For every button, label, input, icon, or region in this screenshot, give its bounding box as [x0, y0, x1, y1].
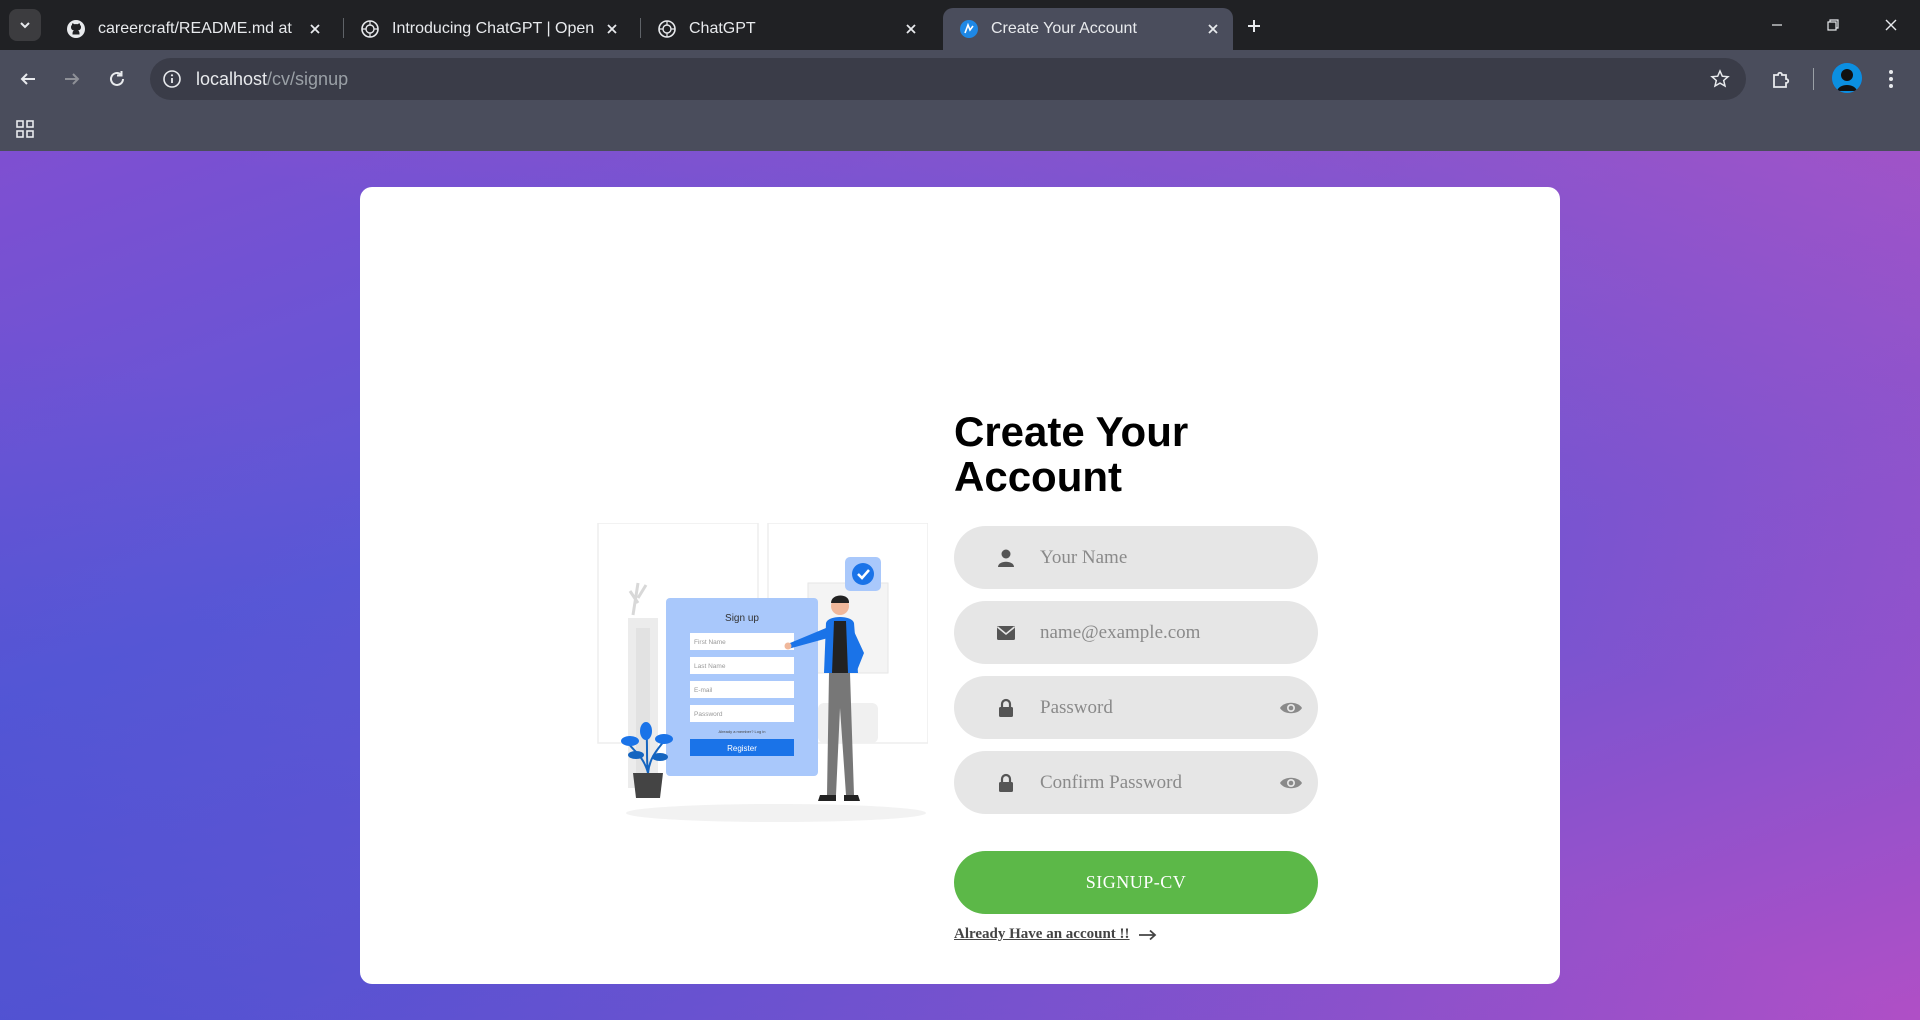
- puzzle-icon: [1773, 71, 1790, 88]
- close-icon[interactable]: [303, 17, 327, 41]
- reload-button[interactable]: [100, 62, 134, 96]
- page-background: Sign up First Name Last Name E-mail Pass…: [0, 151, 1920, 1020]
- apps-grid-icon[interactable]: [12, 116, 38, 142]
- illustration-field-label: Last Name: [694, 663, 726, 670]
- close-icon[interactable]: [1201, 17, 1225, 41]
- app-favicon-icon: [959, 19, 979, 39]
- page-title: Create Your Account: [954, 408, 1189, 500]
- tab-title: ChatGPT: [689, 20, 756, 37]
- address-bar[interactable]: localhost/cv/signup: [150, 58, 1746, 100]
- back-button[interactable]: [11, 62, 45, 96]
- tab-create-account[interactable]: Create Your Account: [943, 8, 1233, 50]
- illustration-footer: Already a member? Log in: [719, 729, 766, 734]
- illustration-field: E-mail: [690, 681, 794, 698]
- close-icon[interactable]: [899, 17, 923, 41]
- illustration-field: First Name: [690, 633, 794, 650]
- tab-title: Create Your Account: [991, 20, 1137, 37]
- reload-icon: [110, 71, 124, 86]
- illustration-heading: Sign up: [725, 613, 759, 624]
- minimize-button[interactable]: [1760, 8, 1794, 42]
- email-input[interactable]: [1040, 621, 1260, 644]
- illustration-field-label: Password: [694, 711, 723, 718]
- new-tab-button[interactable]: [1240, 12, 1268, 40]
- plus-icon: [1248, 20, 1260, 32]
- site-info-icon[interactable]: [160, 67, 184, 91]
- email-field: [954, 601, 1318, 664]
- menu-button[interactable]: [1874, 62, 1908, 96]
- close-icon[interactable]: [600, 17, 624, 41]
- minimize-icon: [1772, 24, 1782, 26]
- extensions-button[interactable]: [1764, 62, 1798, 96]
- login-link-row: Already Have an account !!: [954, 926, 1318, 943]
- tab-careercraft[interactable]: careercraft/README.md at main: [50, 8, 335, 50]
- openai-icon: [657, 19, 677, 39]
- user-avatar-icon: [1832, 63, 1862, 93]
- confirm-password-field: [954, 751, 1318, 814]
- user-icon: [994, 546, 1018, 570]
- envelope-icon: [994, 621, 1018, 645]
- password-input[interactable]: [1040, 696, 1260, 719]
- bookmark-star-icon[interactable]: [1708, 67, 1732, 91]
- lock-icon: [994, 771, 1018, 795]
- signup-card: Sign up First Name Last Name E-mail Pass…: [360, 187, 1560, 984]
- confirm-password-input[interactable]: [1040, 771, 1260, 794]
- illustration-field: Password: [690, 705, 794, 722]
- close-icon: [1885, 19, 1897, 31]
- url-text: localhost/cv/signup: [196, 69, 348, 90]
- signup-button[interactable]: SIGNUP-CV: [954, 851, 1318, 914]
- illustration-field-label: E-mail: [694, 687, 713, 694]
- restore-button[interactable]: [1816, 8, 1850, 42]
- illustration-button: Register: [727, 744, 757, 753]
- illustration-field-label: First Name: [694, 639, 726, 646]
- tab-search-button[interactable]: [9, 9, 41, 41]
- login-link[interactable]: Already Have an account !!: [954, 926, 1130, 943]
- arrow-left-icon: [20, 73, 35, 85]
- window-close-button[interactable]: [1874, 8, 1908, 42]
- password-field: [954, 676, 1318, 739]
- lock-icon: [994, 696, 1018, 720]
- chevron-down-icon: [20, 22, 30, 29]
- tab-introducing-chatgpt[interactable]: Introducing ChatGPT | OpenAI: [344, 8, 632, 50]
- signup-illustration: Sign up First Name Last Name E-mail Pass…: [597, 523, 928, 822]
- more-vertical-icon: [1889, 70, 1893, 88]
- bookmarks-bar: [0, 108, 1920, 151]
- tab-chatgpt[interactable]: ChatGPT: [641, 8, 931, 50]
- tab-strip: careercraft/README.md at main Introducin…: [0, 0, 1920, 50]
- tab-title: Introducing ChatGPT | OpenAI: [392, 20, 594, 37]
- arrow-right-icon: [65, 73, 80, 85]
- illustration-field: Last Name: [690, 657, 794, 674]
- profile-avatar[interactable]: [1832, 63, 1862, 93]
- forward-button[interactable]: [55, 62, 89, 96]
- toolbar-divider: [1813, 68, 1814, 90]
- restore-icon: [1827, 19, 1839, 31]
- url-host: localhost: [196, 69, 268, 89]
- browser-toolbar: localhost/cv/signup: [0, 50, 1920, 108]
- eye-icon[interactable]: [1278, 695, 1304, 721]
- arrow-right-icon[interactable]: [1138, 928, 1158, 942]
- signup-form: Create Your Account Your Name name@examp…: [954, 409, 1318, 943]
- name-field: [954, 526, 1318, 589]
- name-input[interactable]: [1040, 546, 1260, 569]
- eye-icon[interactable]: [1278, 770, 1304, 796]
- url-path: /cv/signup: [267, 69, 349, 89]
- openai-icon: [360, 19, 380, 39]
- github-icon: [66, 19, 86, 39]
- tab-title: careercraft/README.md at main: [98, 20, 297, 37]
